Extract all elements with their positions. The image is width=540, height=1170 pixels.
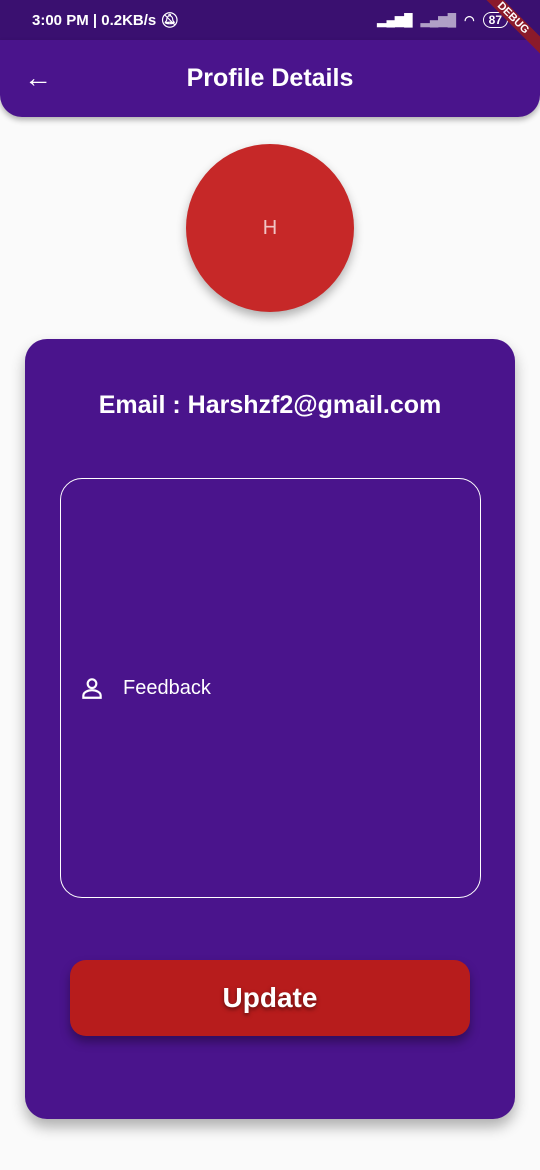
feedback-input[interactable]: Feedback: [60, 478, 481, 898]
app-bar: ← Profile Details: [0, 40, 540, 117]
person-icon: [82, 678, 102, 699]
avatar-initial: H: [262, 216, 278, 239]
signal-icon-2: ▂▄▆█: [420, 13, 457, 27]
email-label: Email : Harshzf2@gmail.com: [98, 391, 442, 419]
feedback-placeholder: Feedback: [123, 676, 211, 699]
status-bar: 3:00 PM | 0.2KB/s 🔕︎ ▂▄▆█ ▂▄▆█ ◠ 87: [0, 0, 540, 40]
page-title: Profile Details: [186, 64, 354, 92]
wifi-icon: ◠: [464, 13, 475, 27]
update-button[interactable]: Update: [70, 960, 470, 1036]
avatar: H: [186, 144, 354, 312]
status-time: 3:00 PM | 0.2KB/s: [32, 11, 157, 29]
signal-icon: ▂▄▆█: [377, 13, 413, 27]
mute-icon: 🔕︎: [160, 12, 180, 29]
profile-card: Email : Harshzf2@gmail.com Feedback Upda…: [25, 339, 515, 1119]
